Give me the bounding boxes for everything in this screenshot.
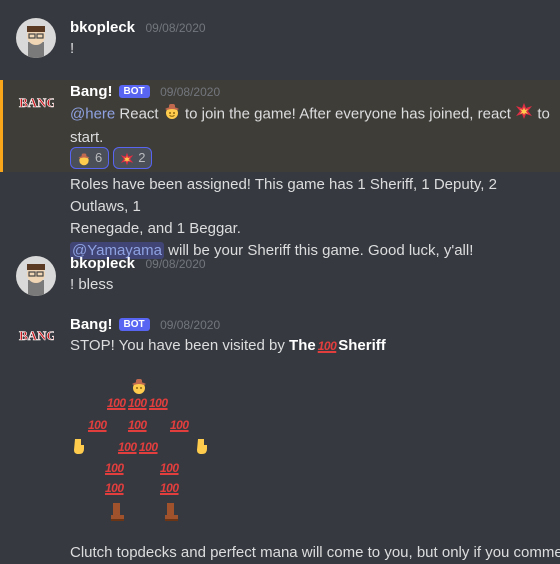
mention-here[interactable]: @here bbox=[70, 105, 115, 122]
reaction-count: 6 bbox=[95, 150, 103, 165]
text-segment: Roles have been assigned! This game has … bbox=[70, 176, 497, 215]
text-segment: STOP! You have been visited by bbox=[70, 337, 290, 354]
hundred-emoji: 100 bbox=[139, 440, 158, 454]
bang-logo-icon[interactable]: BANG! bbox=[18, 325, 54, 345]
bang-logo-icon[interactable]: BANG! bbox=[18, 92, 54, 112]
timestamp: 09/08/2020 bbox=[145, 21, 206, 35]
collision-emoji-icon bbox=[515, 102, 533, 127]
reaction-cowboy[interactable]: 6 bbox=[70, 147, 110, 169]
mention-bar bbox=[0, 80, 3, 172]
timestamp: 09/08/2020 bbox=[160, 318, 221, 332]
message-text: Roles have been assigned! This game has … bbox=[70, 174, 555, 262]
sheriff-word: Sheriff bbox=[338, 337, 386, 354]
message-text: Clutch topdecks and perfect mana will co… bbox=[70, 544, 560, 561]
timestamp: 09/08/2020 bbox=[145, 257, 206, 271]
hundred-emoji: 100 bbox=[160, 461, 179, 475]
hundred-emoji: 100 bbox=[170, 418, 189, 432]
hundred-emoji: 100 bbox=[317, 339, 337, 353]
bot-badge: BOT bbox=[118, 318, 150, 331]
cowboy-emoji-icon bbox=[78, 153, 90, 165]
hundred-emoji: 100 bbox=[160, 481, 179, 495]
text-segment: React bbox=[115, 105, 163, 123]
text-segment: to bbox=[533, 105, 550, 123]
timestamp: 09/08/2020 bbox=[160, 85, 221, 99]
collision-emoji-icon bbox=[121, 152, 134, 165]
reaction-collision[interactable]: 2 bbox=[113, 147, 153, 169]
pointing-down-icon bbox=[70, 437, 88, 460]
message-text: ! bbox=[70, 40, 75, 57]
avatar[interactable] bbox=[16, 256, 56, 296]
reaction-count: 2 bbox=[138, 150, 146, 165]
username[interactable]: bkopleck bbox=[70, 19, 135, 36]
hundred-emoji: 100 bbox=[118, 440, 137, 454]
bot-badge: BOT bbox=[118, 85, 150, 98]
hundred-emoji: 100 bbox=[128, 418, 147, 432]
hundred-emoji: 100 bbox=[149, 396, 168, 410]
username[interactable]: Bang! bbox=[70, 83, 113, 100]
text-segment: Renegade, and 1 Beggar. bbox=[70, 220, 241, 237]
boot-icon bbox=[162, 502, 180, 527]
bang-logo-text: BANG! bbox=[19, 95, 54, 110]
hundred-emoji: 100 bbox=[105, 461, 124, 475]
message-text: ! bless bbox=[70, 276, 114, 293]
hundred-emoji: 100 bbox=[88, 418, 107, 432]
avatar[interactable] bbox=[16, 18, 56, 58]
text-segment: start. bbox=[70, 129, 104, 146]
username[interactable]: Bang! bbox=[70, 316, 113, 333]
bang-logo-text: BANG! bbox=[19, 328, 54, 343]
username[interactable]: bkopleck bbox=[70, 255, 135, 272]
text-segment: to join the game! After everyone has joi… bbox=[180, 105, 516, 123]
the-word: The bbox=[289, 337, 316, 354]
message-text: @here React to join the game! After ever… bbox=[70, 102, 555, 149]
text-segment: will be your Sheriff this game. Good luc… bbox=[163, 242, 474, 259]
hundred-emoji: 100 bbox=[128, 396, 147, 410]
message-text: STOP! You have been visited by The 100 She… bbox=[70, 335, 386, 357]
hundred-emoji: 100 bbox=[105, 481, 124, 495]
boot-icon bbox=[108, 502, 126, 527]
pointing-down-icon bbox=[193, 437, 211, 460]
cowboy-emoji-icon bbox=[163, 102, 181, 127]
hundred-emoji: 100 bbox=[107, 396, 126, 410]
